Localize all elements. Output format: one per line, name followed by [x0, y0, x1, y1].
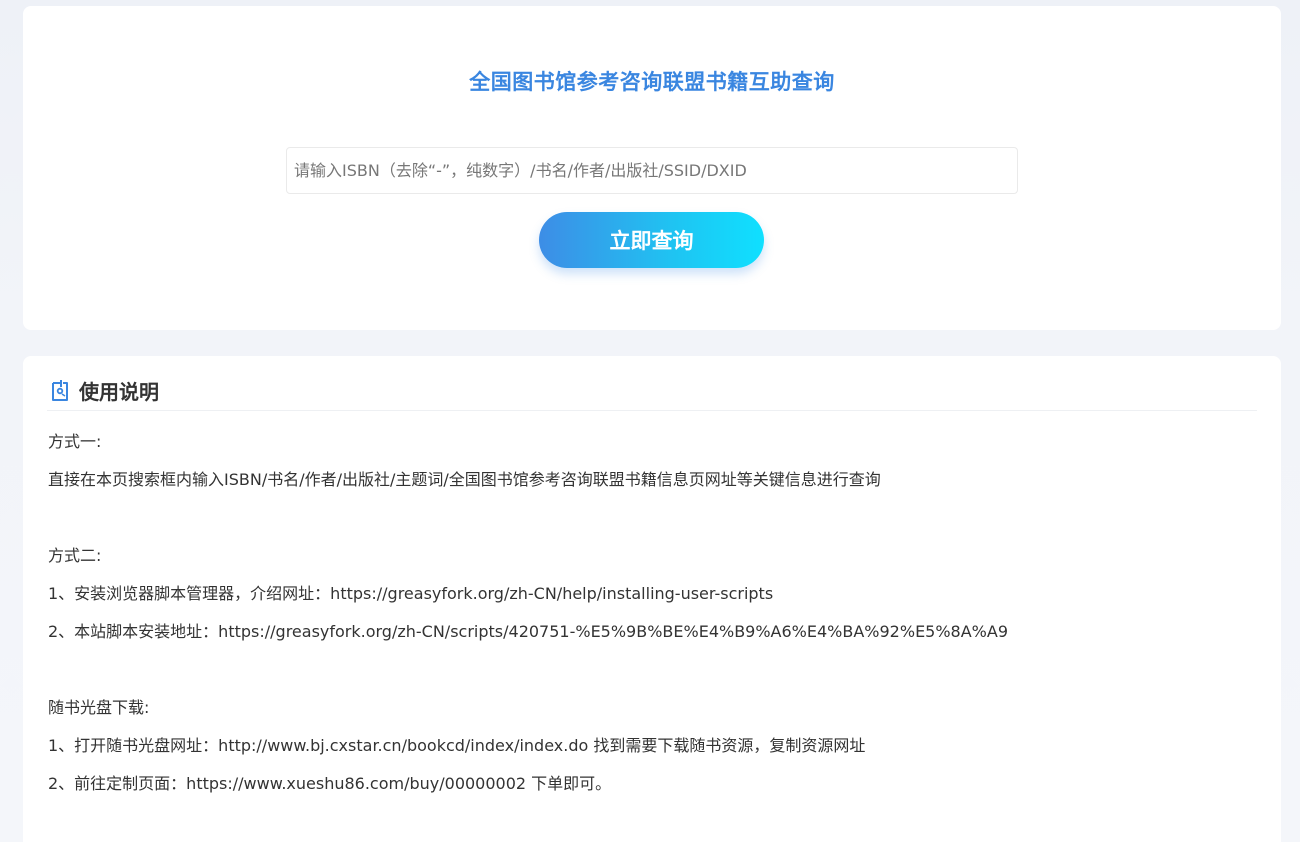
instructions-body: 方式一: 直接在本页搜索框内输入ISBN/书名/作者/出版社/主题词/全国图书馆…: [48, 423, 1258, 803]
method2-step1: 1、安装浏览器脚本管理器，介绍网址：https://greasyfork.org…: [48, 584, 774, 603]
instructions-header: 使用说明: [47, 374, 1257, 411]
cd-step2: 2、前往定制页面：https://www.xueshu86.com/buy/00…: [48, 774, 612, 793]
instructions-card: 使用说明 方式一: 直接在本页搜索框内输入ISBN/书名/作者/出版社/主题词/…: [23, 356, 1281, 842]
method2-step2: 2、本站脚本安装地址：https://greasyfork.org/zh-CN/…: [48, 622, 1009, 641]
method2-heading: 方式二:: [48, 546, 102, 565]
search-button[interactable]: 立即查询: [539, 212, 764, 268]
cd-step1: 1、打开随书光盘网址：http://www.bj.cxstar.cn/bookc…: [48, 736, 866, 755]
document-tag-icon: [50, 379, 70, 403]
instructions-title: 使用说明: [79, 380, 159, 404]
method1-heading: 方式一:: [48, 432, 102, 451]
cd-heading: 随书光盘下载:: [48, 698, 150, 717]
page-title: 全国图书馆参考咨询联盟书籍互助查询: [469, 70, 835, 94]
search-input[interactable]: [286, 147, 1018, 194]
search-card: 全国图书馆参考咨询联盟书籍互助查询 立即查询: [23, 6, 1281, 330]
method1-text: 直接在本页搜索框内输入ISBN/书名/作者/出版社/主题词/全国图书馆参考咨询联…: [48, 470, 881, 489]
